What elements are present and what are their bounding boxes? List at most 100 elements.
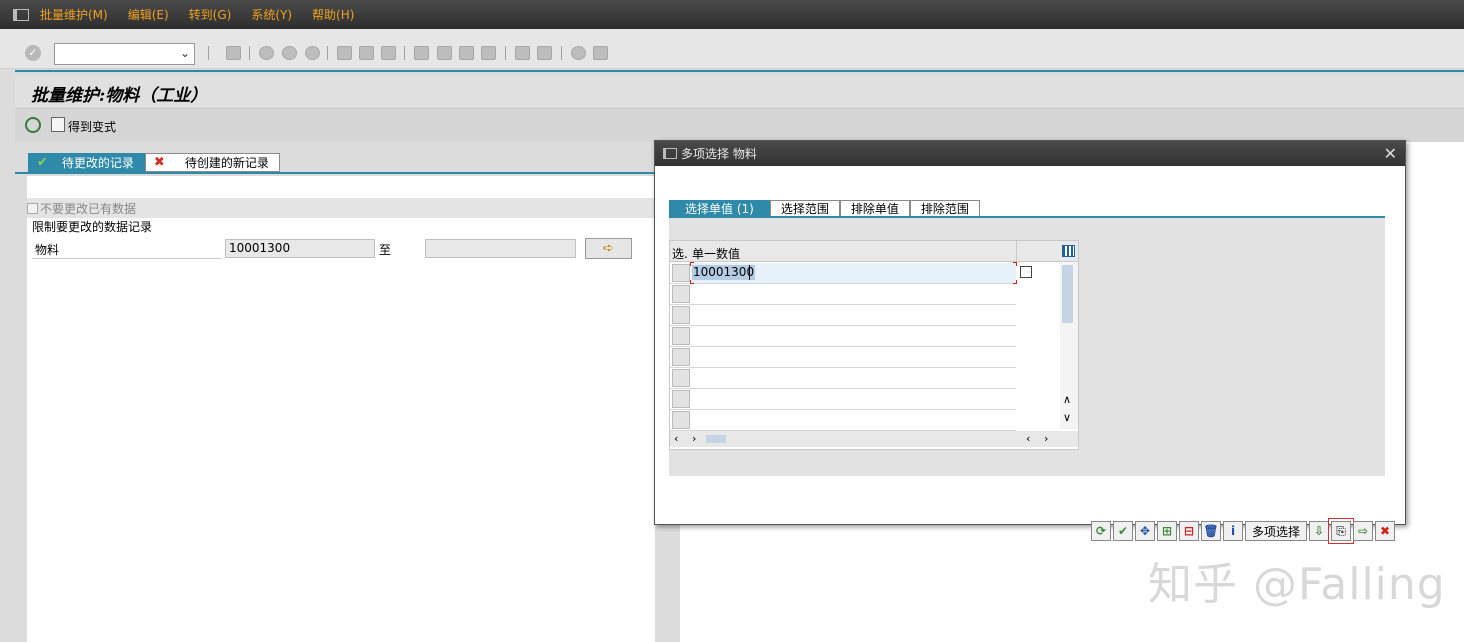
cancel-icon[interactable] (305, 46, 320, 60)
delete-all-button[interactable]: 🗑 (1201, 521, 1221, 541)
chevron-right-icon[interactable]: › (1044, 432, 1048, 445)
table-row (670, 284, 1016, 305)
trash-icon: 🗑 (1203, 524, 1219, 538)
info-button[interactable]: i (1223, 521, 1243, 541)
vertical-scrollbar[interactable]: ∧ ∨ (1060, 263, 1078, 429)
value-help-icon[interactable] (1020, 266, 1032, 278)
app-menu-icon[interactable] (13, 8, 29, 21)
insert-row-button[interactable]: ⊞ (1157, 521, 1177, 541)
scrollbar-thumb[interactable] (1062, 265, 1073, 323)
to-label: 至 (379, 243, 392, 257)
enter-check-icon[interactable]: ✓ (25, 45, 41, 61)
single-value-input[interactable]: 10001300 (690, 262, 1017, 284)
chevron-right-icon[interactable]: › (692, 432, 696, 445)
row-selector[interactable] (672, 285, 690, 303)
copy-button[interactable]: ⇨ (1353, 521, 1374, 541)
check-entries-button[interactable]: ✔ (1113, 521, 1133, 541)
chevron-left-icon[interactable]: ‹ (674, 432, 678, 445)
back-icon[interactable] (259, 46, 274, 60)
tab-select-ranges[interactable]: 选择范围 (769, 200, 840, 217)
save-icon[interactable] (226, 46, 241, 60)
menu-help[interactable]: 帮助(H) (312, 6, 354, 23)
checkbox-label: 不要更改已有数据 (40, 201, 137, 216)
first-page-icon[interactable] (414, 46, 429, 60)
chevron-down-icon[interactable]: ∨ (1063, 411, 1071, 424)
table-row (670, 389, 1016, 410)
dialog-menu-icon[interactable] (663, 148, 677, 159)
select-all-icon: ✥ (1139, 524, 1151, 538)
multi-select-button[interactable]: 多项选择 (1245, 521, 1308, 541)
toolbar-separator (327, 46, 328, 60)
material-from-input[interactable]: 10001300 (225, 239, 375, 258)
multiple-selection-icon: ➪ (603, 241, 614, 256)
dialog-footer-toolbar: ⟳ ✔ ✥ ⊞ ⊟ 🗑 i 多项选择 ⇩ ⎘ ⇨ ✖ (1091, 518, 1396, 544)
tab-panel: 不要更改已有数据 限制要更改的数据记录 物料 10001300 至 ➪ ⊕ ⊟ … (27, 176, 655, 642)
single-value-input[interactable] (691, 284, 1016, 304)
menu-bar: 批量维护(M) 编辑(E) 转到(G) 系统(Y) 帮助(H) (0, 0, 1464, 29)
tab-select-single-values[interactable]: 选择单值 (1) (669, 200, 770, 217)
menu-edit[interactable]: 编辑(E) (128, 6, 169, 23)
execute-button[interactable]: ⟳ (1091, 521, 1111, 541)
toolbar-separator (249, 46, 250, 60)
dialog-tab-content: 选. 单一数值 10001300 ∧ ∨ ‹ › ‹ › (669, 218, 1385, 476)
toolbar-separator (208, 46, 209, 60)
single-value-input[interactable] (691, 368, 1016, 388)
menu-mass-maintenance[interactable]: 批量维护(M) (40, 6, 108, 23)
row-selector[interactable] (672, 264, 690, 282)
command-field[interactable]: ⌄ (54, 43, 195, 65)
new-session-icon[interactable] (515, 46, 530, 60)
chevron-down-icon[interactable]: ⌄ (180, 46, 190, 60)
find-next-icon[interactable] (381, 46, 396, 60)
help-icon[interactable] (571, 46, 586, 60)
application-toolbar: 得到变式 (15, 110, 1464, 142)
print-icon[interactable] (337, 46, 352, 60)
single-value-input[interactable] (691, 305, 1016, 325)
single-value-input[interactable] (691, 326, 1016, 346)
find-icon[interactable] (359, 46, 374, 60)
row-selector[interactable] (672, 306, 690, 324)
tab-new-records[interactable]: ✖ 待创建的新记录 (144, 153, 280, 172)
row-selector[interactable] (672, 411, 690, 429)
next-page-icon[interactable] (459, 46, 474, 60)
info-icon: i (1230, 524, 1236, 538)
tab-pending-records[interactable]: ✔ 待更改的记录 (28, 153, 145, 172)
get-variant-button[interactable]: 得到变式 (68, 118, 116, 135)
import-icon: ⇩ (1313, 524, 1325, 538)
customize-layout-icon[interactable] (593, 46, 608, 60)
exit-icon[interactable] (282, 46, 297, 60)
checkbox-row: 不要更改已有数据 (27, 198, 655, 218)
row-selector[interactable] (672, 327, 690, 345)
single-value-input[interactable] (691, 389, 1016, 409)
no-change-existing-checkbox[interactable] (27, 202, 38, 214)
chevron-up-icon[interactable]: ∧ (1063, 393, 1071, 406)
previous-page-icon[interactable] (437, 46, 452, 60)
row-selector[interactable] (672, 369, 690, 387)
menu-goto[interactable]: 转到(G) (189, 6, 232, 23)
multiple-selection-button[interactable]: ➪ (585, 238, 632, 259)
horizontal-scrollbar[interactable]: ‹ › ‹ › (670, 431, 1078, 447)
get-variant-icon[interactable] (51, 117, 65, 132)
upload-from-clipboard-button[interactable]: ⎘ (1328, 518, 1355, 544)
shortcut-icon[interactable] (537, 46, 552, 60)
focus-marker (690, 262, 694, 266)
execute-icon[interactable] (25, 117, 41, 133)
close-icon[interactable]: ✕ (1384, 144, 1397, 163)
chevron-left-icon[interactable]: ‹ (1026, 432, 1030, 445)
single-value-input[interactable] (691, 347, 1016, 367)
row-selector[interactable] (672, 390, 690, 408)
menu-system[interactable]: 系统(Y) (251, 6, 292, 23)
select-all-button[interactable]: ✥ (1135, 521, 1155, 541)
table-settings-icon[interactable] (1062, 245, 1075, 257)
single-value-input[interactable] (691, 410, 1016, 430)
delete-row-button[interactable]: ⊟ (1179, 521, 1199, 541)
last-page-icon[interactable] (481, 46, 496, 60)
row-selector[interactable] (672, 348, 690, 366)
import-file-button[interactable]: ⇩ (1309, 521, 1330, 541)
material-to-input[interactable] (425, 239, 576, 258)
scrollbar-thumb[interactable] (706, 435, 726, 443)
cancel-button[interactable]: ✖ (1375, 521, 1396, 541)
tab-exclude-ranges[interactable]: 排除范围 (909, 200, 980, 217)
tab-exclude-single-values[interactable]: 排除单值 (839, 200, 910, 217)
table-row (670, 347, 1016, 368)
tab-label: 待创建的新记录 (184, 156, 269, 170)
